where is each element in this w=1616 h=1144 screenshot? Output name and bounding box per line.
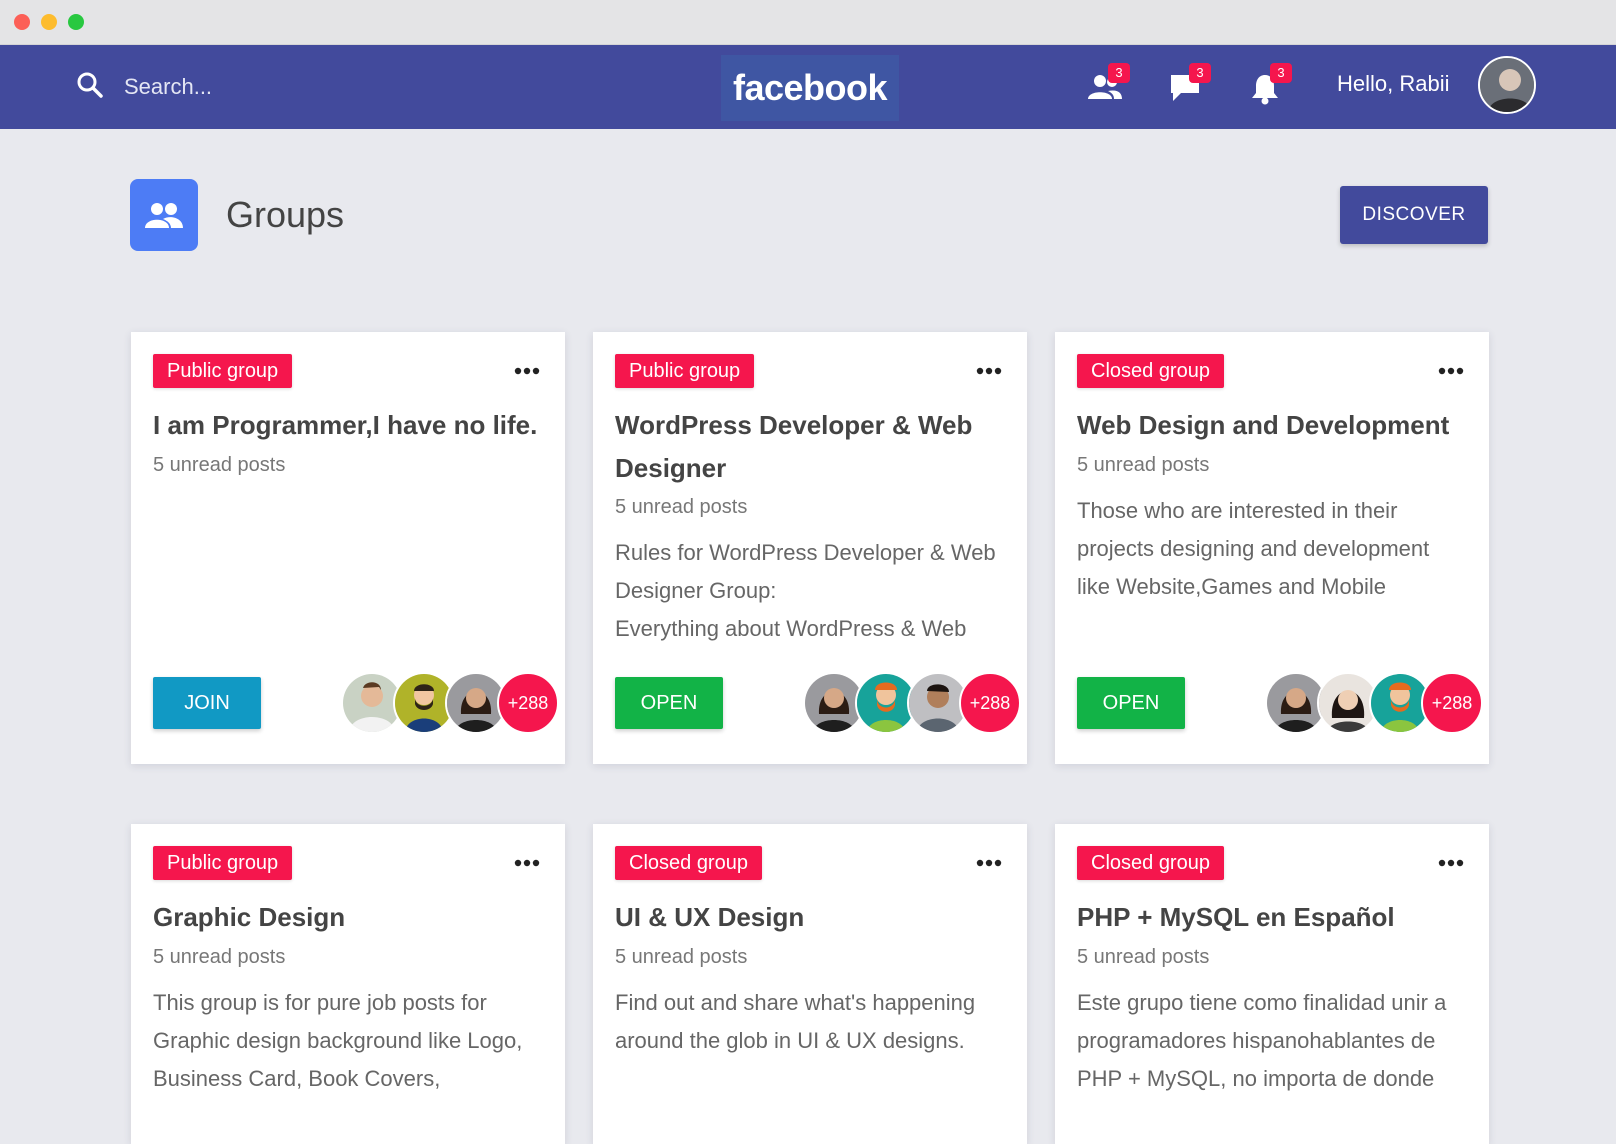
- brand-text: facebook: [732, 67, 888, 108]
- group-body: 5 unread posts Those who are interested …: [1077, 450, 1475, 606]
- unread-posts: 5 unread posts: [153, 454, 286, 476]
- group-body: 5 unread posts Find out and share what's…: [615, 942, 1013, 1060]
- description-line: projects designing and development: [1077, 536, 1430, 561]
- group-type-badge: Closed group: [615, 846, 762, 880]
- window-titlebar: [0, 0, 1616, 45]
- user-avatar[interactable]: [1478, 56, 1536, 114]
- unread-posts: 5 unread posts: [1077, 454, 1210, 476]
- description-line: Rules for WordPress Developer & Web: [615, 540, 996, 565]
- description-line: Those who are interested in their: [1077, 498, 1398, 523]
- group-body: 5 unread posts Este grupo tiene como fin…: [1077, 942, 1475, 1098]
- open-button[interactable]: OPEN: [1077, 677, 1185, 729]
- messages-badge: 3: [1189, 63, 1211, 83]
- group-title[interactable]: I am Programmer,I have no life.: [153, 404, 549, 447]
- group-card: Public group Graphic Design 5 unread pos…: [131, 824, 565, 1144]
- group-title[interactable]: Web Design and Development: [1077, 404, 1473, 447]
- more-options-icon[interactable]: [975, 852, 1003, 874]
- notifications-badge: 3: [1270, 63, 1292, 83]
- more-options-icon[interactable]: [513, 852, 541, 874]
- unread-posts: 5 unread posts: [1077, 946, 1210, 968]
- group-card: Closed group UI & UX Design 5 unread pos…: [593, 824, 1027, 1144]
- member-count[interactable]: +288: [959, 672, 1021, 734]
- description-line: Este grupo tiene como finalidad unir a: [1077, 990, 1447, 1015]
- group-type-badge: Public group: [153, 846, 293, 880]
- group-type-badge: Closed group: [1077, 354, 1224, 388]
- description-line: Designer Group:: [615, 578, 777, 603]
- group-title[interactable]: UI & UX Design: [615, 896, 1011, 939]
- maximize-window-button[interactable]: [68, 14, 84, 30]
- search-input[interactable]: [122, 67, 446, 107]
- more-options-icon[interactable]: [1437, 360, 1465, 382]
- description-line: like Website,Games and Mobile: [1077, 574, 1386, 599]
- member-avatars: +288: [341, 672, 559, 734]
- unread-posts: 5 unread posts: [615, 946, 748, 968]
- user-avatar-icon: [1480, 58, 1534, 112]
- more-options-icon[interactable]: [975, 360, 1003, 382]
- minimize-window-button[interactable]: [41, 14, 57, 30]
- group-description: Este grupo tiene como finalidad unir a p…: [1077, 984, 1475, 1098]
- member-avatars: +288: [1265, 672, 1483, 734]
- description-line: Everything about WordPress & Web: [615, 616, 967, 641]
- description-line: programadores hispanohablantes de: [1077, 1028, 1436, 1053]
- group-type-badge: Public group: [153, 354, 293, 388]
- search-icon[interactable]: [76, 71, 104, 99]
- join-button[interactable]: JOIN: [153, 677, 261, 729]
- group-title[interactable]: PHP + MySQL en Español: [1077, 896, 1473, 939]
- group-card: Public group WordPress Developer & Web D…: [593, 332, 1027, 764]
- group-body: 5 unread posts Rules for WordPress Devel…: [615, 492, 1013, 648]
- group-type-badge: Public group: [615, 354, 755, 388]
- member-count[interactable]: +288: [497, 672, 559, 734]
- top-navbar: facebook 3 3 3 Hello, Rabii: [0, 45, 1616, 129]
- description-line: Find out and share what's happening: [615, 990, 976, 1015]
- more-options-icon[interactable]: [1437, 852, 1465, 874]
- groups-icon: [130, 179, 198, 251]
- notifications-button[interactable]: 3: [1244, 63, 1292, 109]
- more-options-icon[interactable]: [513, 360, 541, 382]
- open-button[interactable]: OPEN: [615, 677, 723, 729]
- friend-requests-button[interactable]: 3: [1082, 63, 1130, 109]
- group-body: 5 unread posts: [153, 450, 551, 480]
- group-card: Closed group Web Design and Development …: [1055, 332, 1489, 764]
- description-line: Graphic design background like Logo,: [153, 1028, 523, 1053]
- friend-requests-badge: 3: [1108, 63, 1130, 83]
- group-body: 5 unread posts This group is for pure jo…: [153, 942, 551, 1098]
- description-line: around the glob in UI & UX designs.: [615, 1028, 965, 1053]
- group-description: Rules for WordPress Developer & Web Desi…: [615, 534, 1013, 648]
- group-description: Find out and share what's happening arou…: [615, 984, 1013, 1060]
- member-count[interactable]: +288: [1421, 672, 1483, 734]
- group-type-badge: Closed group: [1077, 846, 1224, 880]
- group-card: Public group I am Programmer,I have no l…: [131, 332, 565, 764]
- group-card: Closed group PHP + MySQL en Español 5 un…: [1055, 824, 1489, 1144]
- description-line: Business Card, Book Covers,: [153, 1066, 441, 1091]
- discover-button[interactable]: DISCOVER: [1340, 186, 1488, 244]
- group-description: This group is for pure job posts for Gra…: [153, 984, 551, 1098]
- page-title: Groups: [226, 194, 345, 235]
- user-greeting: Hello, Rabii: [1337, 71, 1450, 96]
- description-line: This group is for pure job posts for: [153, 990, 487, 1015]
- brand-logo[interactable]: facebook: [721, 55, 899, 121]
- unread-posts: 5 unread posts: [615, 496, 748, 518]
- group-title[interactable]: Graphic Design: [153, 896, 549, 939]
- member-avatars: +288: [803, 672, 1021, 734]
- group-title[interactable]: WordPress Developer & Web Designer: [615, 404, 1011, 490]
- group-description: Those who are interested in their projec…: [1077, 492, 1475, 606]
- close-window-button[interactable]: [14, 14, 30, 30]
- description-line: PHP + MySQL, no importa de donde: [1077, 1066, 1435, 1091]
- messages-button[interactable]: 3: [1163, 63, 1211, 109]
- unread-posts: 5 unread posts: [153, 946, 286, 968]
